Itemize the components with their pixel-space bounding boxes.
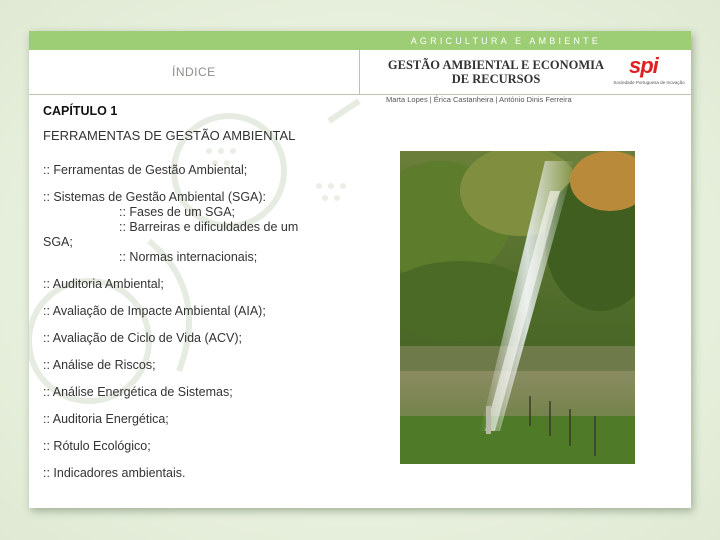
chapter-label: CAPÍTULO 1 (43, 104, 118, 118)
index-cell: ÍNDICE (29, 50, 360, 94)
book-title: GESTÃO AMBIENTAL E ECONOMIA DE RECURSOS (381, 58, 611, 86)
logo-mark: spi (629, 53, 659, 78)
toc-item[interactable]: :: Indicadores ambientais. (43, 466, 343, 481)
authors: Marta Lopes | Érica Castanheira | Antóni… (386, 95, 572, 104)
book-title-line2: DE RECURSOS (451, 72, 541, 86)
table-of-contents: CAPÍTULO 1 FERRAMENTAS DE GESTÃO AMBIENT… (43, 104, 343, 481)
top-banner: AGRICULTURA E AMBIENTE (29, 31, 691, 50)
toc-subitem[interactable]: :: Normas internacionais; (43, 250, 343, 265)
toc-subitem[interactable]: :: Fases de um SGA; (43, 205, 343, 220)
toc-subitem[interactable]: :: Barreiras e dificuldades de um (43, 220, 343, 235)
irrigation-photo (400, 151, 635, 464)
toc-item[interactable]: :: Auditoria Ambiental; (43, 277, 343, 292)
toc-item[interactable]: :: Sistemas de Gestão Ambiental (SGA): (43, 190, 343, 205)
toc-subitem-wrap[interactable]: SGA; (43, 235, 343, 250)
header-row: ÍNDICE GESTÃO AMBIENTAL E ECONOMIA DE RE… (29, 50, 691, 95)
spi-logo: spi Sociedade Portuguesa de Inovação (609, 53, 687, 93)
toc-item[interactable]: :: Análise Energética de Sistemas; (43, 385, 343, 400)
book-title-line1: GESTÃO AMBIENTAL E ECONOMIA (387, 58, 605, 72)
toc-item[interactable]: :: Avaliação de Impacte Ambiental (AIA); (43, 304, 343, 319)
slide-card: AGRICULTURA E AMBIENTE ÍNDICE GESTÃO AMB… (29, 31, 691, 508)
toc-item[interactable]: :: Rótulo Ecológico; (43, 439, 343, 454)
toc-item[interactable]: :: Auditoria Energética; (43, 412, 343, 427)
toc-item[interactable]: :: Ferramentas de Gestão Ambiental; (43, 163, 343, 178)
toc-item[interactable]: :: Avaliação de Ciclo de Vida (ACV); (43, 331, 343, 346)
chapter-title: FERRAMENTAS DE GESTÃO AMBIENTAL (43, 128, 296, 143)
banner-text: AGRICULTURA E AMBIENTE (410, 36, 601, 46)
index-title: ÍNDICE (172, 65, 216, 79)
logo-caption: Sociedade Portuguesa de Inovação (613, 80, 685, 85)
toc-item[interactable]: :: Análise de Riscos; (43, 358, 343, 373)
